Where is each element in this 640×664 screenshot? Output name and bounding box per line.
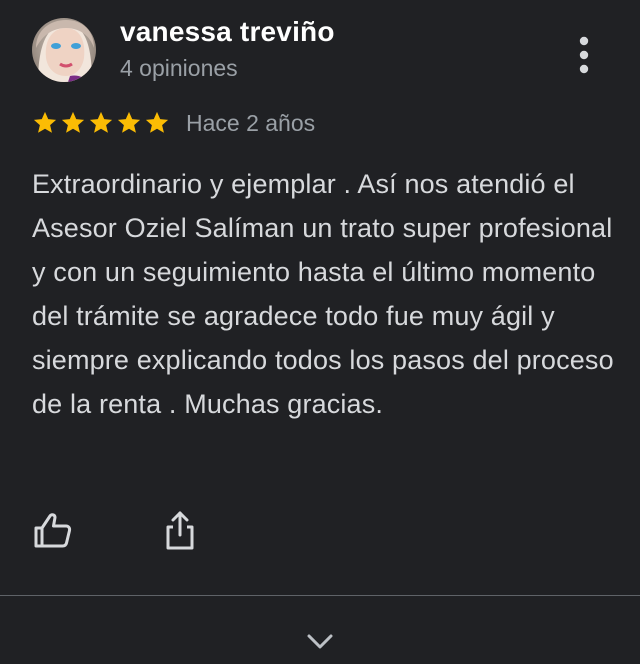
star-icon xyxy=(144,110,170,136)
star-rating xyxy=(32,110,170,136)
share-button[interactable] xyxy=(158,508,202,552)
star-icon xyxy=(60,110,86,136)
user-avatar-photo xyxy=(32,18,96,82)
expand-button[interactable] xyxy=(302,628,338,656)
review-date: Hace 2 años xyxy=(186,109,316,136)
review-text: Extraordinario y ejemplar . Así nos aten… xyxy=(32,169,614,419)
chevron-down-icon xyxy=(307,634,333,649)
more-options-button[interactable] xyxy=(566,34,602,76)
like-button[interactable] xyxy=(30,508,74,552)
thumbs-up-icon xyxy=(34,513,72,548)
share-icon xyxy=(166,511,194,550)
more-vert-icon xyxy=(579,36,589,74)
review-card: vanessa treviño 4 opiniones Hace 2 años … xyxy=(0,0,640,664)
author-name[interactable]: vanessa treviño xyxy=(120,16,335,48)
divider xyxy=(0,595,640,596)
star-icon xyxy=(116,110,142,136)
star-icon xyxy=(32,110,58,136)
author-review-count: 4 opiniones xyxy=(120,55,238,81)
avatar[interactable] xyxy=(32,18,96,82)
rating-row: Hace 2 años xyxy=(32,106,315,140)
star-icon xyxy=(88,110,114,136)
